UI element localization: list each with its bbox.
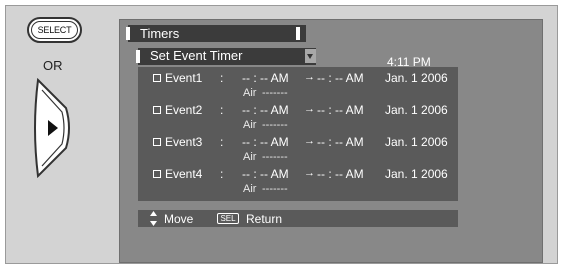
channel-label: Air [243, 87, 257, 99]
event-colon: : [220, 71, 224, 85]
or-label: OR [43, 58, 63, 73]
arrow-icon: → [304, 167, 315, 179]
menu-title: Timers [140, 26, 180, 41]
event-colon: : [220, 167, 224, 181]
select-button-label: SELECT [37, 25, 72, 35]
event-start-time[interactable]: -- : -- AM [242, 71, 289, 85]
right-arrow-icon[interactable] [28, 78, 76, 178]
channel-value[interactable]: ------- [262, 87, 288, 99]
checkbox-icon[interactable] [153, 138, 161, 146]
channel-label: Air [243, 119, 257, 131]
event-date[interactable]: Jan. 1 2006 [385, 103, 448, 117]
sel-key-icon: SEL [217, 213, 239, 224]
event-start-time[interactable]: -- : -- AM [242, 135, 289, 149]
event-date[interactable]: Jan. 1 2006 [385, 135, 448, 149]
event-date[interactable]: Jan. 1 2006 [385, 167, 448, 181]
arrow-icon: → [304, 135, 315, 147]
move-label: Move [164, 212, 194, 226]
dropdown-arrow-icon[interactable] [305, 49, 316, 63]
event-start-time[interactable]: -- : -- AM [242, 103, 289, 117]
event-checkbox-label[interactable]: Event1 [153, 71, 202, 85]
event-end-time[interactable]: -- : -- AM [317, 167, 364, 181]
checkbox-icon[interactable] [153, 170, 161, 178]
event-end-time[interactable]: -- : -- AM [317, 103, 364, 117]
channel-value[interactable]: ------- [262, 183, 288, 195]
channel-value[interactable]: ------- [262, 151, 288, 163]
event-checkbox-label[interactable]: Event4 [153, 167, 202, 181]
event-checkbox-label[interactable]: Event3 [153, 135, 202, 149]
channel-label: Air [243, 151, 257, 163]
event-end-time[interactable]: -- : -- AM [317, 71, 364, 85]
return-label: Return [246, 212, 283, 226]
event-start-time[interactable]: -- : -- AM [242, 167, 289, 181]
title-bar-right-cap [296, 27, 300, 40]
event-colon: : [220, 103, 224, 117]
submenu-label: Set Event Timer [150, 48, 243, 63]
arrow-icon: → [304, 103, 315, 115]
event-checkbox-label[interactable]: Event2 [153, 103, 202, 117]
arrow-icon: → [304, 71, 315, 83]
select-button[interactable]: SELECT [27, 17, 82, 43]
channel-label: Air [243, 183, 257, 195]
event-list: Event1 : -- : -- AM → -- : -- AM Jan. 1 … [138, 67, 458, 201]
title-bar-left-cap [126, 27, 130, 40]
event-colon: : [220, 135, 224, 149]
up-down-arrow-icon [150, 211, 157, 226]
event-end-time[interactable]: -- : -- AM [317, 135, 364, 149]
checkbox-icon[interactable] [153, 106, 161, 114]
event-date[interactable]: Jan. 1 2006 [385, 71, 448, 85]
sel-key-label: SEL [220, 214, 236, 223]
channel-value[interactable]: ------- [262, 119, 288, 131]
submenu-left-cap [136, 50, 140, 63]
checkbox-icon[interactable] [153, 74, 161, 82]
